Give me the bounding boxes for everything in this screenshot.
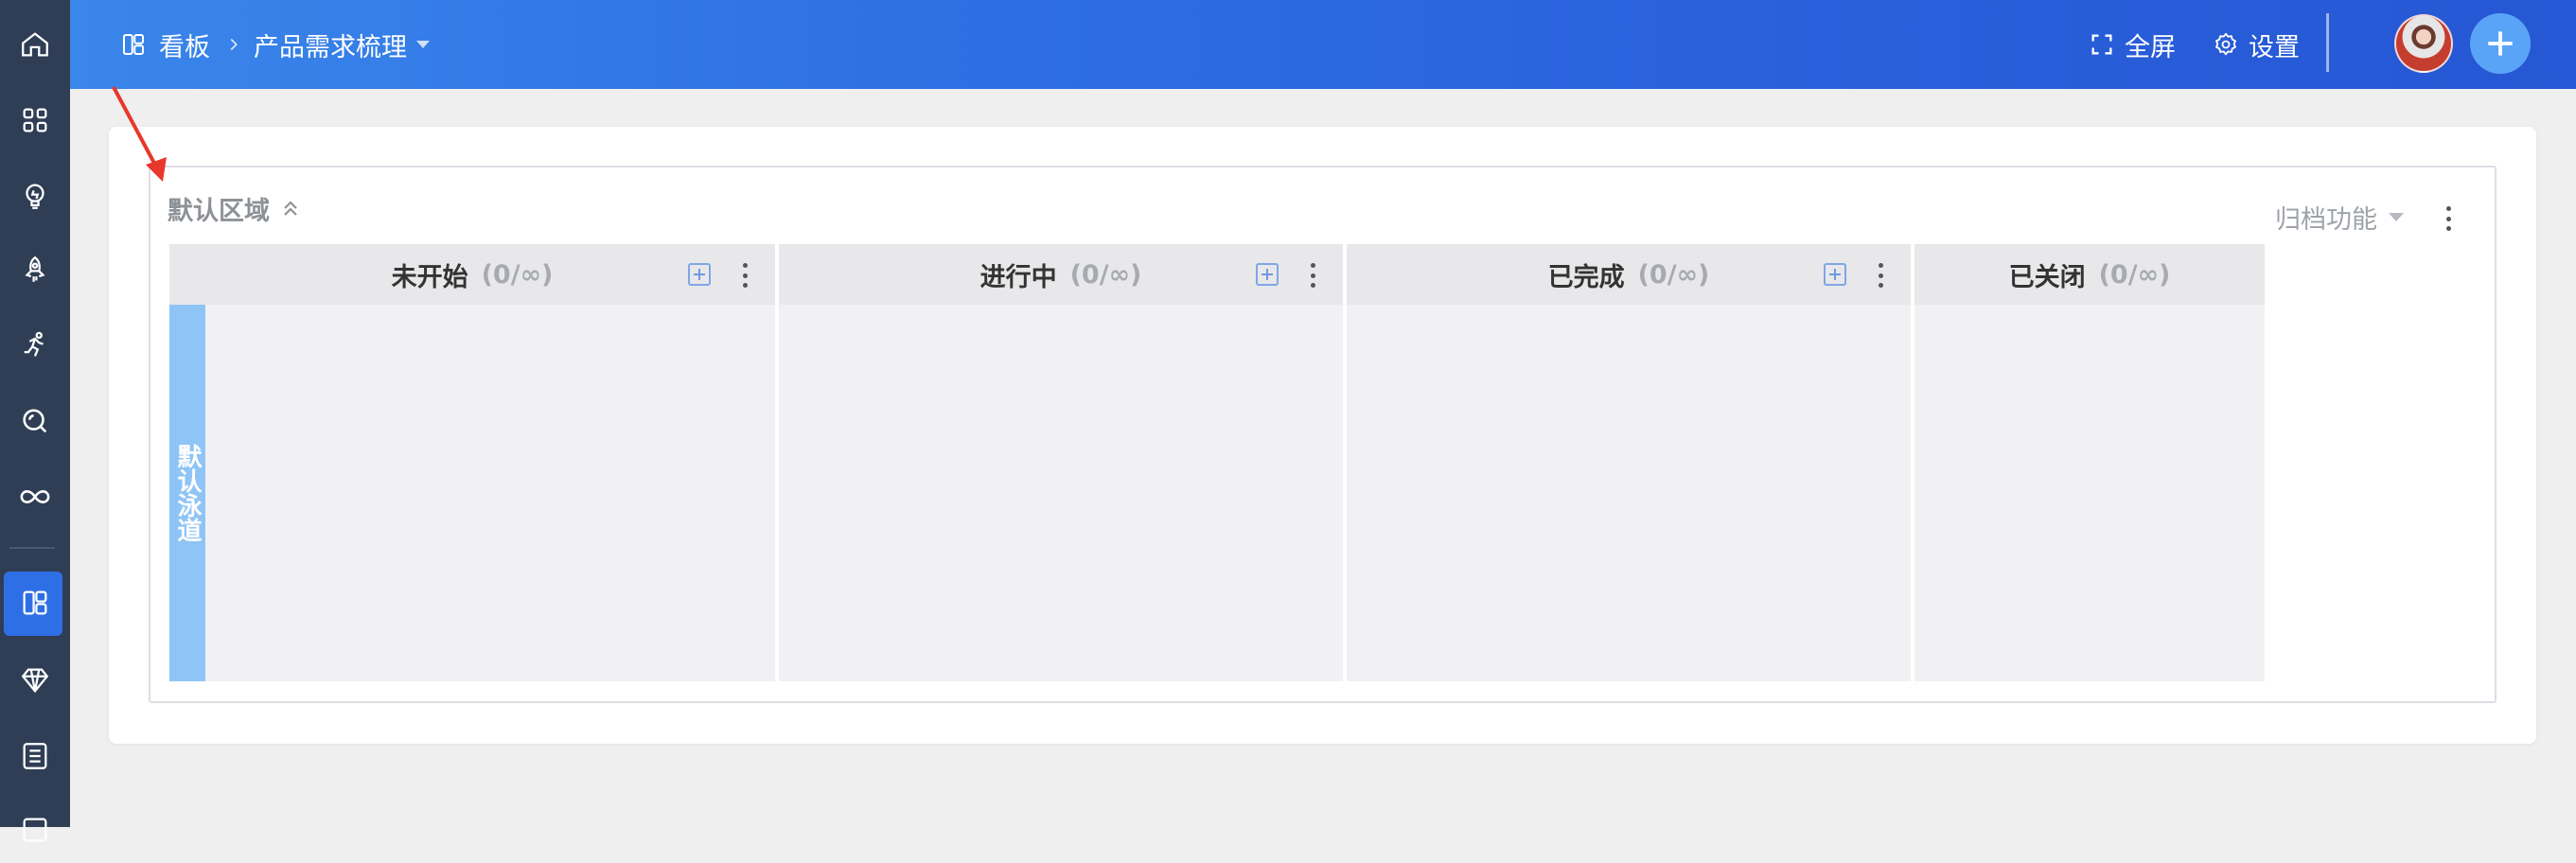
column-title: 已关闭 (2008, 262, 2086, 292)
list-icon (23, 743, 47, 769)
nav-quality[interactable] (0, 647, 70, 713)
column-title: 未开始 (391, 262, 468, 292)
collapse-up-icon[interactable] (279, 197, 302, 220)
column-not-started: 未开始 (0/∞) (169, 244, 775, 681)
nav-sprint[interactable] (0, 312, 70, 379)
column-closed: 已关闭 (0/∞) (1914, 244, 2265, 681)
home-icon (22, 32, 48, 57)
dot (742, 283, 748, 288)
create-button[interactable] (2470, 13, 2531, 74)
gear-icon (2214, 32, 2237, 56)
nav-search[interactable] (0, 388, 70, 454)
column-more-menu[interactable] (1875, 263, 1886, 288)
dot (1878, 283, 1883, 288)
nav-kanban[interactable] (0, 570, 70, 636)
nav-home[interactable] (0, 11, 70, 78)
column-title: 已完成 (1547, 262, 1625, 292)
annotation-arrow (112, 86, 167, 182)
lightbulb-icon (26, 184, 44, 209)
dot (742, 273, 748, 278)
settings-label: 设置 (2249, 32, 2300, 62)
dot (1878, 273, 1883, 278)
nav-ideas[interactable] (0, 163, 70, 229)
project-name: 产品需求梳理 (254, 32, 407, 62)
add-card-button[interactable] (688, 263, 711, 286)
rocket-icon (25, 255, 45, 282)
dot (742, 263, 748, 268)
column-in-progress: 进行中 (0/∞) (779, 244, 1343, 681)
window-icon (23, 818, 47, 842)
column-count: (0/∞) (2098, 259, 2171, 290)
add-card-button[interactable] (1824, 263, 1846, 286)
nav-docs[interactable] (0, 723, 70, 789)
column-done: 已完成 (0/∞) (1347, 244, 1911, 681)
dot (2445, 216, 2451, 221)
breadcrumb-board[interactable]: 看板 (119, 0, 210, 89)
infinity-icon (20, 490, 50, 503)
grid-icon (23, 108, 47, 132)
dot (1878, 263, 1883, 268)
fullscreen-icon (2091, 34, 2112, 55)
dot (1310, 283, 1315, 288)
diamond-icon (21, 668, 49, 694)
nav-more[interactable] (0, 797, 70, 863)
column-count: (0/∞) (481, 259, 554, 290)
search-icon (23, 409, 47, 433)
archive-label: 归档功能 (2275, 205, 2377, 235)
dot (1310, 263, 1315, 268)
column-more-menu[interactable] (1307, 263, 1318, 288)
left-nav-rail (0, 0, 70, 842)
column-title: 进行中 (979, 262, 1057, 292)
fullscreen-label: 全屏 (2125, 32, 2176, 62)
running-icon (24, 331, 44, 357)
column-more-menu[interactable] (739, 263, 750, 288)
column-count: (0/∞) (1637, 259, 1710, 290)
nav-apps[interactable] (0, 87, 70, 153)
region-title: 默认区域 (168, 196, 270, 226)
chevron-right-icon (230, 38, 238, 51)
kanban-icon (123, 34, 144, 55)
region-more-menu[interactable] (2443, 206, 2454, 231)
project-switcher[interactable]: 产品需求梳理 (254, 0, 430, 89)
plus-icon (2488, 31, 2513, 56)
kanban-icon (23, 590, 47, 615)
breadcrumb-board-label: 看板 (159, 32, 210, 62)
swimlane-default[interactable]: 默认泳道 (169, 305, 205, 681)
archive-dropdown[interactable]: 归档功能 (2275, 199, 2404, 236)
nav-devops[interactable] (0, 464, 70, 530)
add-card-button[interactable] (1256, 263, 1279, 286)
column-header: 已关闭 (0/∞) (1914, 244, 2265, 305)
column-header: 未开始 (0/∞) (169, 244, 775, 305)
settings-button[interactable]: 设置 (2213, 0, 2300, 89)
dot (2445, 226, 2451, 231)
user-avatar[interactable] (2394, 14, 2453, 73)
swimlane-label: 默认泳道 (173, 444, 202, 542)
dot (2445, 206, 2451, 211)
top-header: 看板 产品需求梳理 全屏 设置 (70, 0, 2576, 89)
nav-launch[interactable] (0, 237, 70, 303)
dot (1310, 273, 1315, 278)
caret-down-icon (2389, 213, 2404, 221)
column-count: (0/∞) (1069, 259, 1142, 290)
fullscreen-button[interactable]: 全屏 (2089, 0, 2176, 89)
breadcrumb-separator (223, 0, 244, 89)
caret-down-icon (416, 41, 430, 48)
nav-divider (9, 547, 55, 549)
region-header[interactable]: 默认区域 (168, 189, 302, 227)
header-separator (2326, 13, 2329, 72)
